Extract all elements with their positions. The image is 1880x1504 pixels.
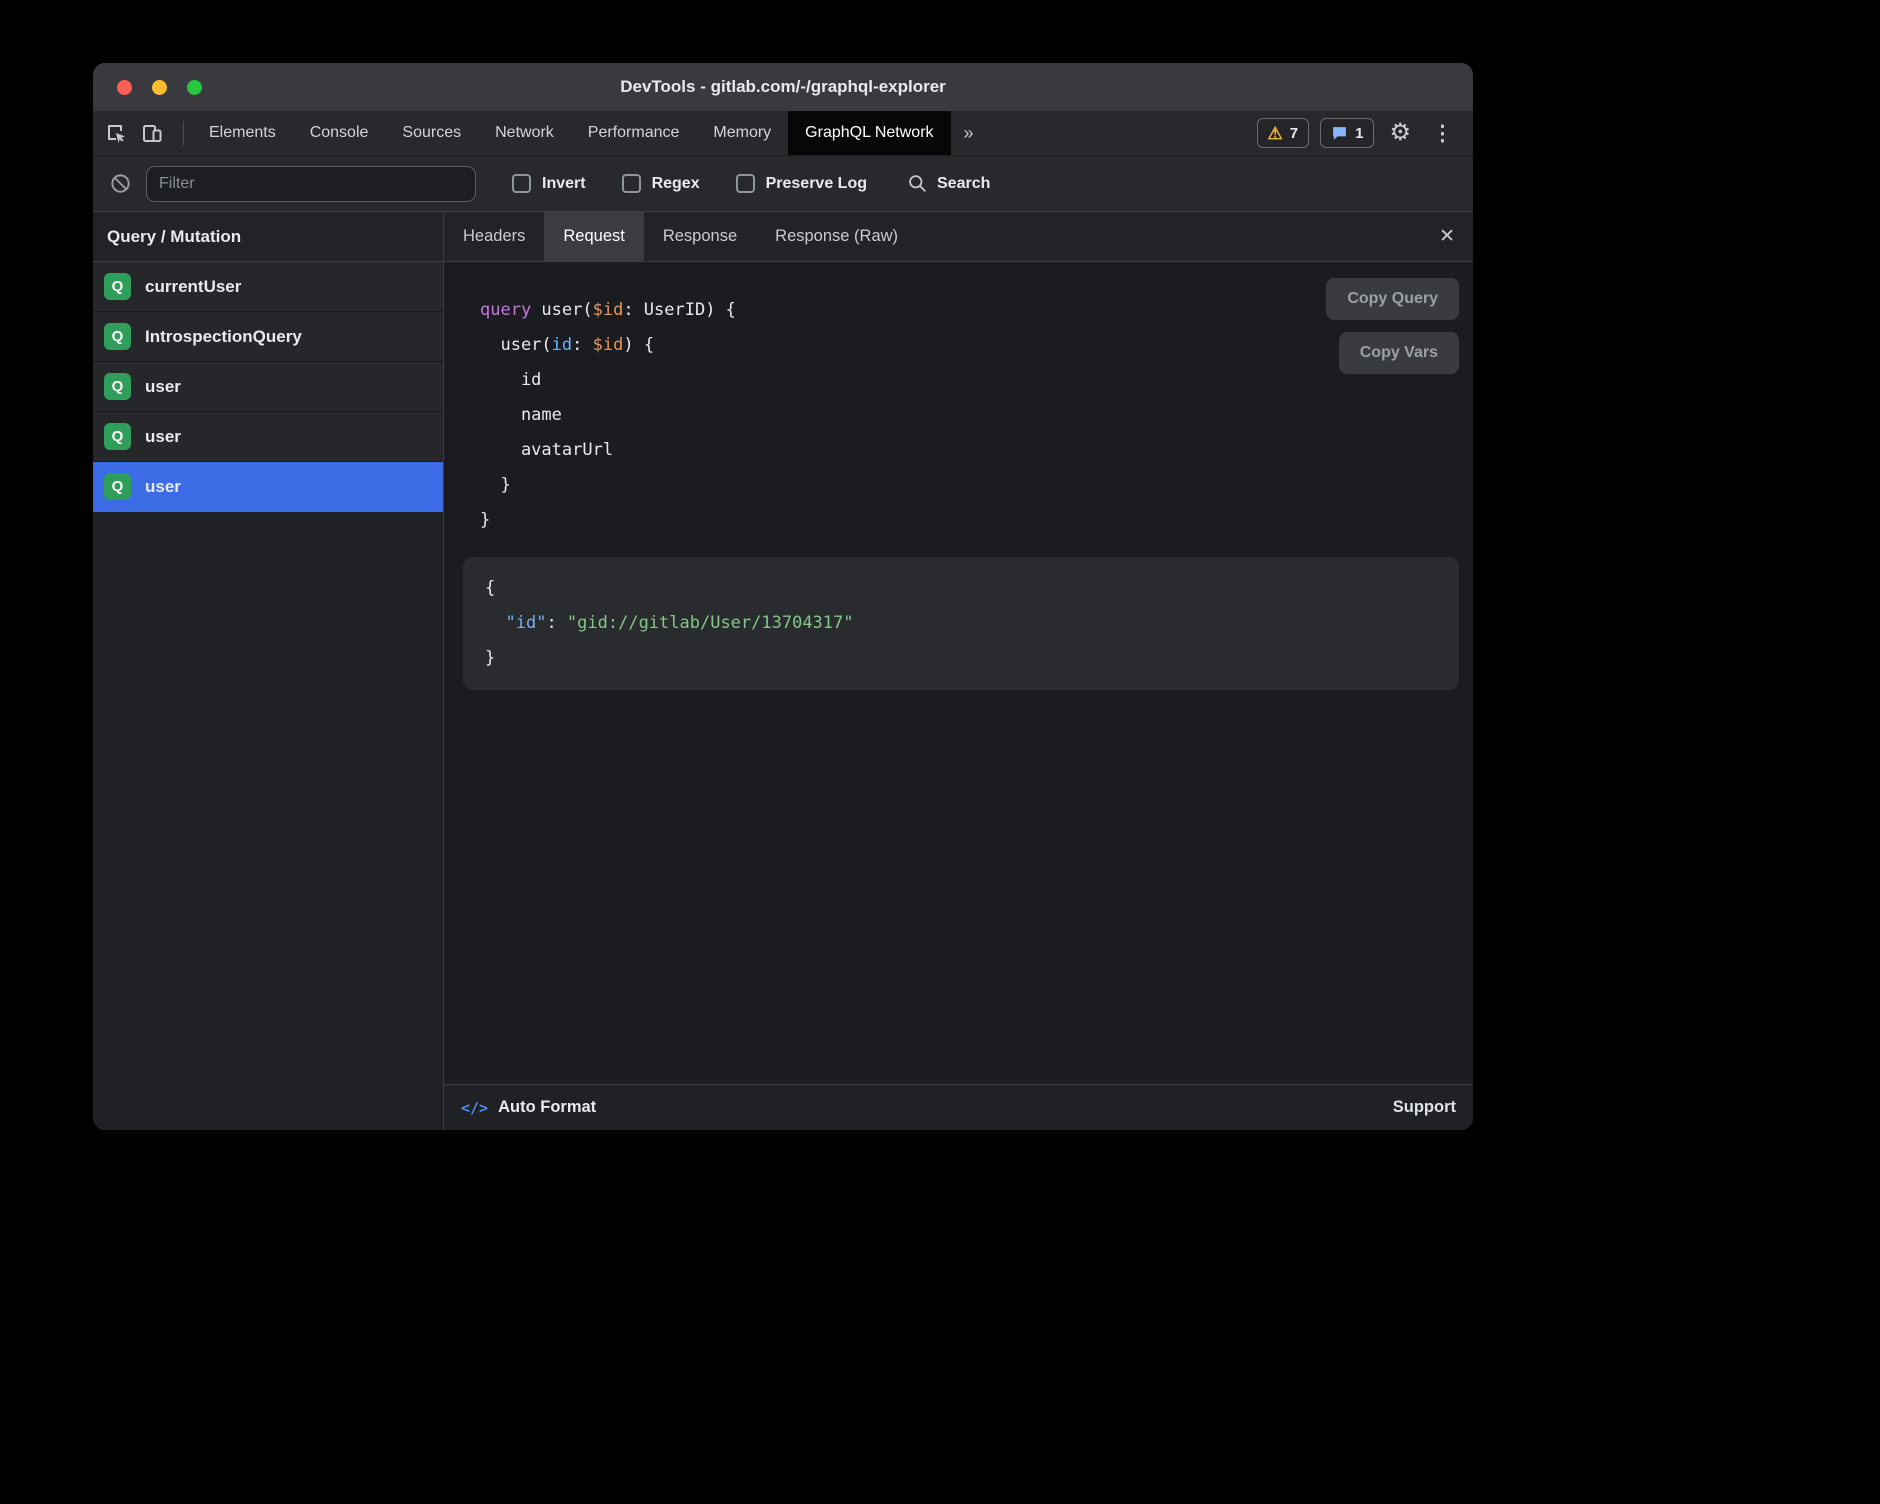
regex-label: Regex bbox=[652, 175, 700, 193]
graphql-query-code: query user($id: UserID) { user(id: $id) … bbox=[480, 293, 1473, 538]
regex-checkbox-box bbox=[622, 174, 641, 193]
tabbar-right-controls: ⚠ 7 1 ⚙ ⋮ bbox=[1257, 111, 1473, 155]
invert-checkbox[interactable]: Invert bbox=[512, 174, 586, 193]
warnings-badge[interactable]: ⚠ 7 bbox=[1257, 118, 1310, 148]
tool-icons bbox=[103, 111, 192, 155]
devtools-tabbar: Elements Console Sources Network Perform… bbox=[93, 111, 1473, 155]
tab-request[interactable]: Request bbox=[544, 212, 643, 261]
list-item-user-1[interactable]: Q user bbox=[93, 362, 443, 412]
traffic-lights bbox=[93, 80, 202, 95]
sidebar-header: Query / Mutation bbox=[93, 212, 443, 262]
close-window-button[interactable] bbox=[117, 80, 132, 95]
tab-elements[interactable]: Elements bbox=[192, 111, 293, 155]
support-link[interactable]: Support bbox=[1393, 1098, 1456, 1117]
list-item-introspectionquery[interactable]: Q IntrospectionQuery bbox=[93, 312, 443, 362]
search-control[interactable]: Search bbox=[907, 173, 990, 194]
detail-footer: </> Auto Format Support bbox=[444, 1084, 1473, 1130]
tab-response-raw[interactable]: Response (Raw) bbox=[756, 212, 917, 261]
message-bubble-icon bbox=[1331, 125, 1348, 142]
copy-query-button[interactable]: Copy Query bbox=[1326, 278, 1459, 320]
list-item-label: user bbox=[145, 427, 181, 447]
list-item-label: user bbox=[145, 377, 181, 397]
request-body: Copy Query Copy Vars query user($id: Use… bbox=[444, 262, 1473, 1084]
query-type-badge: Q bbox=[104, 323, 131, 350]
preserve-log-checkbox-box bbox=[736, 174, 755, 193]
toolbar-divider bbox=[183, 121, 184, 145]
regex-checkbox[interactable]: Regex bbox=[622, 174, 700, 193]
tab-headers[interactable]: Headers bbox=[444, 212, 544, 261]
code-format-icon: </> bbox=[461, 1099, 488, 1117]
list-item-label: user bbox=[145, 477, 181, 497]
search-label: Search bbox=[937, 175, 990, 193]
tab-memory[interactable]: Memory bbox=[696, 111, 788, 155]
preserve-log-checkbox[interactable]: Preserve Log bbox=[736, 174, 867, 193]
detail-tabs-spacer bbox=[917, 212, 1439, 261]
more-tabs-chevron-icon[interactable]: » bbox=[951, 111, 987, 155]
preserve-log-label: Preserve Log bbox=[766, 175, 867, 193]
auto-format-label: Auto Format bbox=[498, 1098, 596, 1117]
tab-console[interactable]: Console bbox=[293, 111, 386, 155]
device-toolbar-icon[interactable] bbox=[139, 120, 165, 146]
search-icon bbox=[907, 173, 928, 194]
copy-buttons: Copy Query Copy Vars bbox=[1326, 278, 1459, 374]
invert-label: Invert bbox=[542, 175, 586, 193]
main-content: Query / Mutation Q currentUser Q Introsp… bbox=[93, 211, 1473, 1130]
invert-checkbox-box bbox=[512, 174, 531, 193]
tab-graphql-network[interactable]: GraphQL Network bbox=[788, 111, 950, 155]
query-variables-box: { "id": "gid://gitlab/User/13704317" } bbox=[463, 557, 1459, 690]
tab-network[interactable]: Network bbox=[478, 111, 571, 155]
list-item-label: currentUser bbox=[145, 277, 241, 297]
detail-tabs: Headers Request Response Response (Raw) … bbox=[444, 212, 1473, 262]
more-options-icon[interactable]: ⋮ bbox=[1426, 123, 1459, 144]
list-item-label: IntrospectionQuery bbox=[145, 327, 302, 347]
inspect-element-icon[interactable] bbox=[103, 120, 129, 146]
query-type-badge: Q bbox=[104, 423, 131, 450]
query-sidebar: Query / Mutation Q currentUser Q Introsp… bbox=[93, 212, 444, 1130]
titlebar: DevTools - gitlab.com/-/graphql-explorer bbox=[93, 63, 1473, 111]
warning-icon: ⚠ bbox=[1268, 125, 1283, 142]
issue-count: 1 bbox=[1355, 125, 1363, 142]
warning-count: 7 bbox=[1290, 125, 1298, 142]
list-item-user-2[interactable]: Q user bbox=[93, 412, 443, 462]
list-item-user-3-selected[interactable]: Q user bbox=[93, 462, 443, 512]
devtools-window: DevTools - gitlab.com/-/graphql-explorer… bbox=[93, 63, 1473, 1130]
query-type-badge: Q bbox=[104, 273, 131, 300]
query-variables-code: { "id": "gid://gitlab/User/13704317" } bbox=[485, 571, 1437, 676]
settings-gear-icon[interactable]: ⚙ bbox=[1385, 121, 1415, 145]
zoom-window-button[interactable] bbox=[187, 80, 202, 95]
filter-toolbar: Invert Regex Preserve Log Search bbox=[93, 155, 1473, 211]
minimize-window-button[interactable] bbox=[152, 80, 167, 95]
list-item-currentuser[interactable]: Q currentUser bbox=[93, 262, 443, 312]
close-panel-icon[interactable]: ✕ bbox=[1439, 225, 1455, 248]
window-title: DevTools - gitlab.com/-/graphql-explorer bbox=[93, 77, 1473, 97]
request-detail-panel: Headers Request Response Response (Raw) … bbox=[444, 212, 1473, 1130]
copy-vars-button[interactable]: Copy Vars bbox=[1339, 332, 1459, 374]
panel-tabs: Elements Console Sources Network Perform… bbox=[192, 111, 987, 155]
tab-sources[interactable]: Sources bbox=[385, 111, 478, 155]
query-type-badge: Q bbox=[104, 373, 131, 400]
tab-response[interactable]: Response bbox=[644, 212, 756, 261]
filter-input[interactable] bbox=[146, 166, 476, 202]
tab-performance[interactable]: Performance bbox=[571, 111, 697, 155]
query-type-badge: Q bbox=[104, 473, 131, 500]
auto-format-control[interactable]: </> Auto Format bbox=[461, 1098, 596, 1117]
clear-block-icon[interactable] bbox=[109, 172, 132, 195]
issues-badge[interactable]: 1 bbox=[1320, 118, 1374, 148]
